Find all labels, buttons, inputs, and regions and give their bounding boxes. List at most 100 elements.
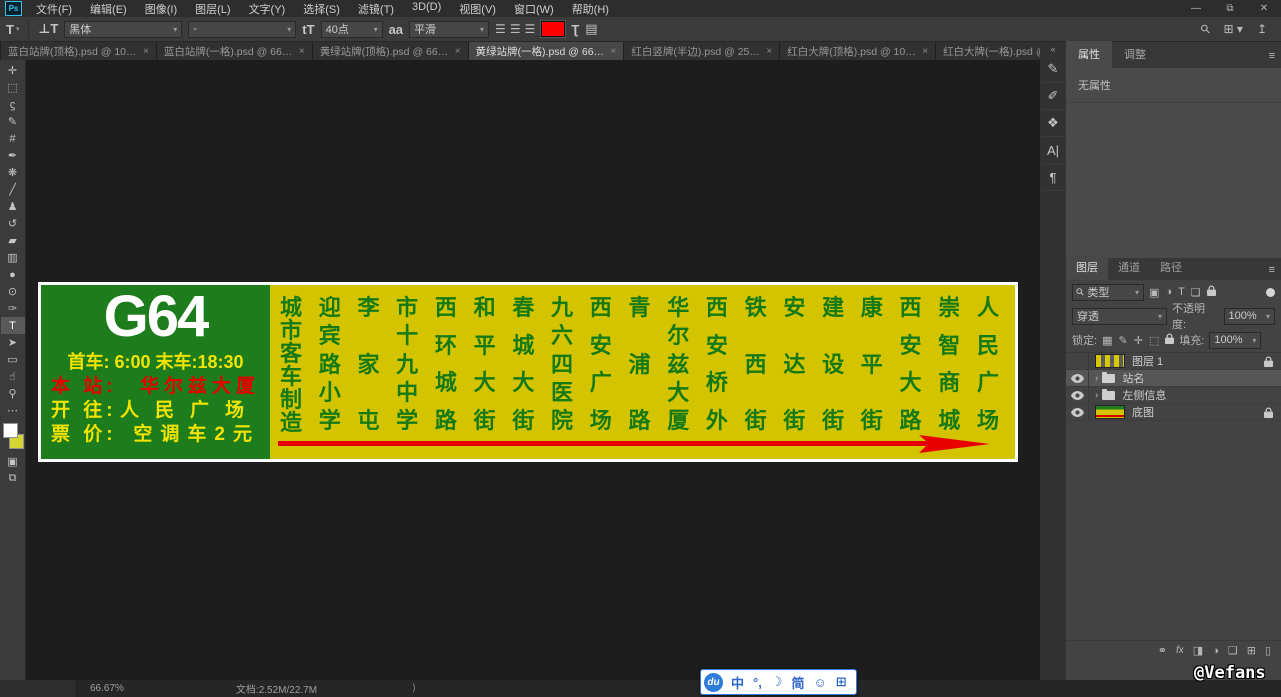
menu-item-窗口[interactable]: 窗口(W) bbox=[506, 0, 562, 18]
color-swatches[interactable] bbox=[1, 423, 25, 449]
lock-all-icon[interactable] bbox=[1165, 333, 1174, 347]
character-panel-icon[interactable]: A| bbox=[1041, 137, 1065, 164]
adjustment-layer-icon[interactable]: ◑ bbox=[1212, 645, 1219, 657]
lock-image-pixels-icon[interactable]: ✎ bbox=[1118, 334, 1127, 347]
lasso-tool[interactable]: ϛ bbox=[1, 96, 25, 113]
document-tab[interactable]: 蓝白站牌(顶格).psd @ 100...× bbox=[1, 42, 157, 60]
type-tool-icon[interactable]: T▾ bbox=[6, 22, 19, 37]
paragraph-panel-icon[interactable]: ¶ bbox=[1041, 164, 1065, 191]
quick-mask-icon[interactable]: ▣ bbox=[1, 453, 25, 470]
layer-style-icon[interactable]: fx bbox=[1176, 645, 1184, 656]
eyedropper-tool[interactable]: ✒ bbox=[1, 147, 25, 164]
path-selection-tool[interactable]: ➤ bbox=[1, 334, 25, 351]
ime-item-3[interactable]: 简 bbox=[791, 673, 804, 692]
collapse-panels-icon[interactable]: « bbox=[1050, 42, 1055, 56]
tab-close-icon[interactable]: × bbox=[922, 46, 928, 57]
restore-button[interactable]: ⧉ bbox=[1213, 1, 1247, 17]
healing-brush-tool[interactable]: ❋ bbox=[1, 164, 25, 181]
menu-item-选择[interactable]: 选择(S) bbox=[295, 0, 348, 18]
pen-tool[interactable]: ✑ bbox=[1, 300, 25, 317]
crop-tool[interactable]: # bbox=[1, 130, 25, 147]
align-center-icon[interactable]: ☰ bbox=[510, 22, 521, 36]
filter-toggle[interactable] bbox=[1266, 288, 1275, 297]
tab-close-icon[interactable]: × bbox=[143, 46, 149, 57]
align-left-icon[interactable]: ☰ bbox=[495, 22, 506, 36]
close-button[interactable]: ✕ bbox=[1247, 1, 1281, 17]
filter-smart-objects-icon[interactable] bbox=[1207, 285, 1216, 299]
layer-row[interactable]: 底图 bbox=[1066, 404, 1281, 421]
font-style-select[interactable]: -▾ bbox=[188, 21, 296, 38]
brush-settings-icon[interactable]: ✎ bbox=[1041, 56, 1065, 83]
canvas-area[interactable]: G64 首车: 6:00 末车:18:30 本 站: 华尔兹大厦 开 往: 人民… bbox=[26, 60, 1040, 680]
document-tab[interactable]: 蓝白站牌(一格).psd @ 66.7...× bbox=[157, 42, 313, 60]
tab-close-icon[interactable]: × bbox=[299, 46, 305, 57]
menu-item-文件[interactable]: 文件(F) bbox=[28, 0, 80, 18]
eraser-tool[interactable]: ▰ bbox=[1, 232, 25, 249]
document-tab[interactable]: 黄绿站牌(一格).psd @ 66.7% (站名, RGB/8) *× bbox=[469, 42, 625, 60]
layer-visibility-toggle[interactable] bbox=[1066, 353, 1089, 369]
warp-text-icon[interactable]: Ʈ bbox=[571, 22, 579, 37]
history-brush-tool[interactable]: ↺ bbox=[1, 215, 25, 232]
type-tool[interactable]: T bbox=[1, 317, 25, 334]
gradient-tool[interactable]: ▥ bbox=[1, 249, 25, 266]
layer-expand-icon[interactable]: › bbox=[1095, 390, 1098, 401]
ime-logo-icon[interactable]: du bbox=[704, 673, 723, 692]
layer-visibility-toggle[interactable] bbox=[1066, 370, 1089, 386]
font-family-select[interactable]: 黑体▾ bbox=[64, 21, 182, 38]
layer-row[interactable]: 图层 1 bbox=[1066, 353, 1281, 370]
blend-mode-select[interactable]: 穿透▾ bbox=[1072, 308, 1167, 325]
ime-item-0[interactable]: 中 bbox=[731, 673, 744, 692]
search-icon[interactable]: ⚲ bbox=[1197, 21, 1213, 37]
menu-item-滤镜[interactable]: 滤镜(T) bbox=[350, 0, 402, 18]
document-tab[interactable]: 红白竖牌(半边).psd @ 25% ...× bbox=[624, 42, 780, 60]
menu-item-图层[interactable]: 图层(L) bbox=[187, 0, 238, 18]
opacity-select[interactable]: 100%▾ bbox=[1224, 308, 1276, 325]
align-right-icon[interactable]: ☰ bbox=[525, 22, 536, 36]
properties-tab-属性[interactable]: 属性 bbox=[1066, 41, 1112, 68]
tab-close-icon[interactable]: × bbox=[766, 46, 772, 57]
layer-mask-icon[interactable]: ◨ bbox=[1193, 644, 1203, 657]
clone-stamp-tool[interactable]: ♟ bbox=[1, 198, 25, 215]
filter-shape-layers-icon[interactable]: ❏ bbox=[1191, 286, 1201, 299]
layer-expand-icon[interactable]: › bbox=[1095, 373, 1098, 384]
document-tab[interactable]: 黄绿站牌(顶格).psd @ 66.7...× bbox=[313, 42, 469, 60]
properties-tab-调整[interactable]: 调整 bbox=[1112, 41, 1158, 68]
tab-close-icon[interactable]: × bbox=[455, 46, 461, 57]
filter-pixel-layers-icon[interactable]: ▣ bbox=[1149, 286, 1159, 299]
delete-layer-icon[interactable]: ▯ bbox=[1265, 644, 1271, 657]
ime-toolbar[interactable]: du 中°,☽简☺⊞ bbox=[700, 669, 857, 695]
foreground-color-swatch[interactable] bbox=[3, 423, 18, 438]
filter-adjustment-layers-icon[interactable]: ◑ bbox=[1165, 286, 1172, 298]
link-layers-icon[interactable]: ⚭ bbox=[1158, 644, 1167, 657]
ime-item-4[interactable]: ☺ bbox=[814, 675, 827, 690]
layer-filter-select[interactable]: ⚲ 类型▾ bbox=[1072, 284, 1144, 301]
layer-row[interactable]: ›左侧信息 bbox=[1066, 387, 1281, 404]
brush-tool[interactable]: ╱ bbox=[1, 181, 25, 198]
marquee-tool[interactable]: ⬚ bbox=[1, 79, 25, 96]
screen-mode-icon[interactable]: ⧉ bbox=[1, 470, 25, 487]
clone-source-icon[interactable]: ❖ bbox=[1041, 110, 1065, 137]
filter-type-layers-icon[interactable]: T bbox=[1178, 286, 1185, 298]
layers-tab-路径[interactable]: 路径 bbox=[1150, 255, 1192, 280]
layer-visibility-toggle[interactable] bbox=[1066, 387, 1089, 403]
ime-item-2[interactable]: ☽ bbox=[771, 674, 783, 690]
menu-item-图像[interactable]: 图像(I) bbox=[137, 0, 185, 18]
menu-item-编辑[interactable]: 编辑(E) bbox=[82, 0, 135, 18]
toggle-panels-icon[interactable]: ▤ bbox=[585, 21, 597, 37]
layers-tab-图层[interactable]: 图层 bbox=[1066, 255, 1108, 280]
bus-sign-document[interactable]: G64 首车: 6:00 末车:18:30 本 站: 华尔兹大厦 开 往: 人民… bbox=[38, 282, 1018, 462]
shape-tool[interactable]: ▭ bbox=[1, 351, 25, 368]
text-color-swatch[interactable] bbox=[541, 21, 565, 37]
layer-row[interactable]: ›站名 bbox=[1066, 370, 1281, 387]
menu-item-视图[interactable]: 视图(V) bbox=[451, 0, 504, 18]
share-icon[interactable]: ↥ bbox=[1257, 22, 1267, 36]
move-tool[interactable]: ✛ bbox=[1, 62, 25, 79]
status-chevron-icon[interactable]: ⟩ bbox=[412, 683, 416, 694]
minimize-button[interactable]: — bbox=[1179, 1, 1213, 17]
fill-select[interactable]: 100%▾ bbox=[1209, 332, 1261, 349]
font-size-select[interactable]: 40点▾ bbox=[321, 21, 383, 38]
text-orientation-icon[interactable]: ⊥T bbox=[38, 21, 58, 37]
properties-panel-menu-icon[interactable]: ≡ bbox=[1269, 50, 1275, 62]
document-tab[interactable]: 红白大牌(顶格).psd @ 100...× bbox=[780, 42, 936, 60]
edit-toolbar[interactable]: ⋯ bbox=[1, 402, 25, 419]
